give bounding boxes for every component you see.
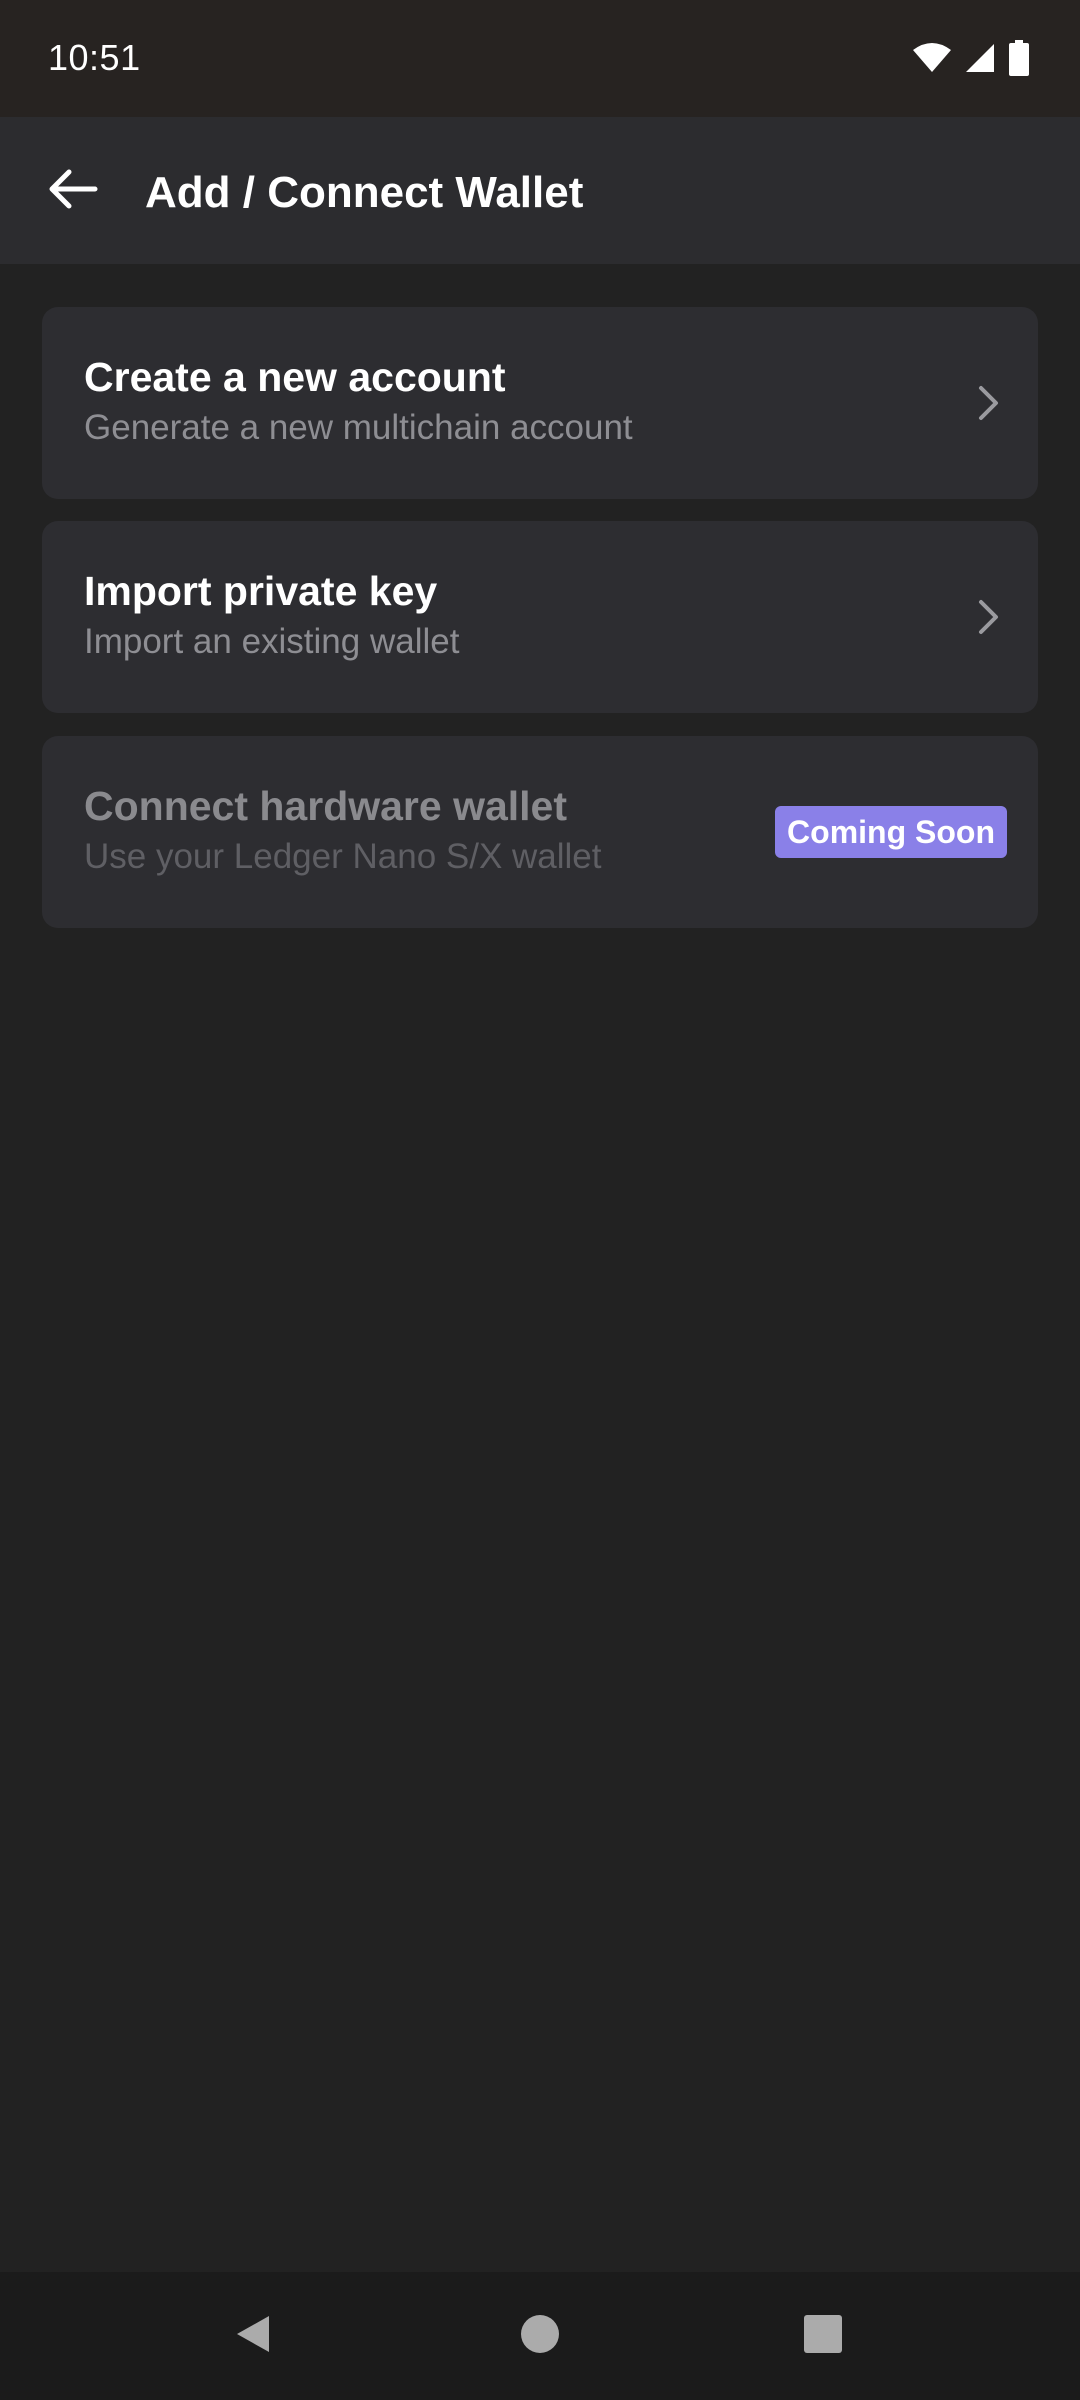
status-bar: 10:51: [0, 0, 1080, 117]
nav-back-button[interactable]: [213, 2296, 293, 2376]
battery-icon: [1008, 40, 1030, 76]
nav-home-button[interactable]: [500, 2296, 580, 2376]
chevron-right-icon: [968, 597, 1008, 637]
home-circle-icon: [520, 2314, 560, 2359]
back-button[interactable]: [30, 153, 116, 229]
option-subtitle: Generate a new multichain account: [84, 408, 633, 447]
back-triangle-icon: [231, 2312, 275, 2361]
recents-square-icon: [803, 2314, 843, 2359]
option-title: Import private key: [84, 568, 438, 614]
chevron-right-icon: [968, 383, 1008, 423]
import-private-key-option[interactable]: Import private key Import an existing wa…: [42, 521, 1038, 713]
coming-soon-badge: Coming Soon: [775, 806, 1007, 858]
cell-signal-icon: [964, 42, 996, 74]
option-subtitle: Import an existing wallet: [84, 622, 460, 661]
option-title: Connect hardware wallet: [84, 783, 568, 829]
status-time: 10:51: [48, 37, 141, 78]
arrow-left-icon: [47, 167, 99, 216]
wifi-icon: [912, 42, 952, 74]
page-title: Add / Connect Wallet: [145, 168, 584, 217]
connect-hardware-wallet-option: Connect hardware wallet Use your Ledger …: [42, 736, 1038, 928]
nav-recents-button[interactable]: [783, 2296, 863, 2376]
option-subtitle: Use your Ledger Nano S/X wallet: [84, 837, 602, 876]
option-title: Create a new account: [84, 354, 506, 400]
create-account-option[interactable]: Create a new account Generate a new mult…: [42, 307, 1038, 499]
app-bar: Add / Connect Wallet: [0, 117, 1080, 264]
status-icons: [912, 38, 1030, 78]
navigation-bar: [0, 2272, 1080, 2400]
